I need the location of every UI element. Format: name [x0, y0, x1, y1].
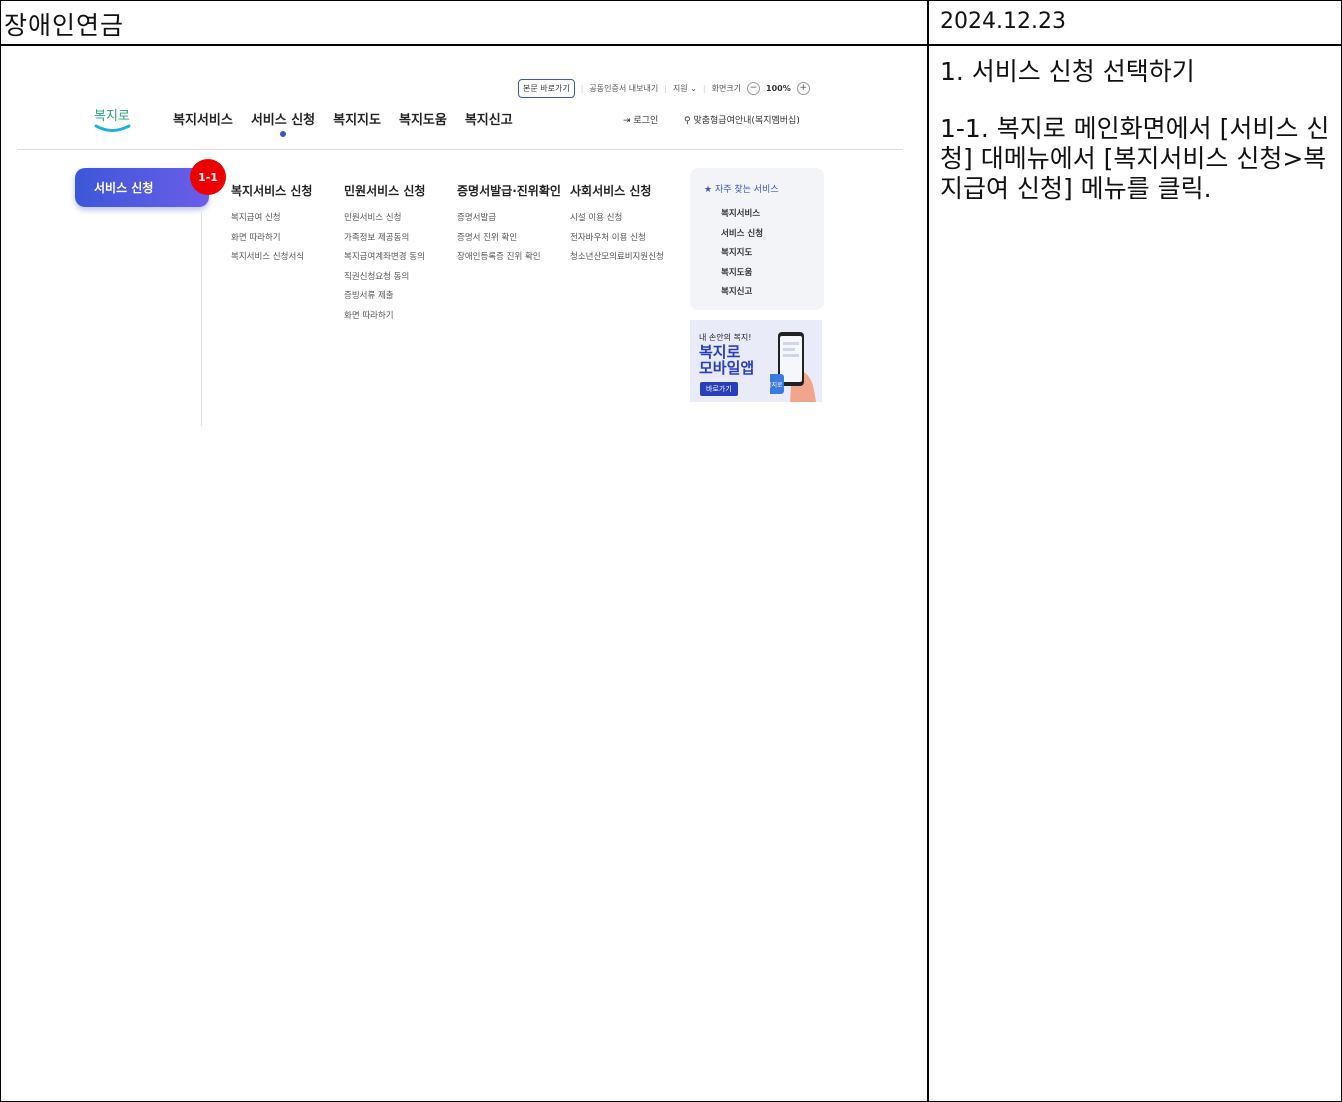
promo-title-line2: 모바일앱 [699, 359, 755, 377]
menu-item[interactable]: 가족정보 제공동의 [344, 231, 425, 251]
menu-item[interactable]: 장애인등록증 진위 확인 [457, 250, 561, 270]
gnb-welfare-help[interactable]: 복지도움 [399, 109, 447, 128]
bokjiro-logo[interactable]: 복지로 [92, 104, 134, 134]
zoom-value: 100% [766, 84, 791, 93]
menu-column-title[interactable]: 민원서비스 신청 [344, 182, 425, 199]
menu-item[interactable]: 시설 이용 신청 [570, 211, 664, 231]
support-dropdown[interactable]: 지원 ⌄ [673, 83, 697, 94]
menu-column-title[interactable]: 사회서비스 신청 [570, 182, 664, 199]
gnb-welfare-map[interactable]: 복지지도 [333, 109, 381, 128]
member-info-label: 맞춤형급여안내(복지멤버십) [693, 116, 800, 126]
menu-column-title[interactable]: 증명서발급·진위확인 [457, 182, 561, 199]
menu-item[interactable]: 증빙서류 제출 [344, 289, 425, 309]
menu-item[interactable]: 화면 따라하기 [231, 231, 312, 251]
nav-divider [17, 149, 903, 150]
favorites-title-label: 자주 찾는 서비스 [714, 185, 779, 195]
login-link[interactable]: ⇥ 로그인 [623, 113, 658, 126]
menu-column-certificate: 증명서발급·진위확인 증명서발급 증명서 진위 확인 장애인등록증 진위 확인 [457, 182, 561, 270]
phone-in-hand-icon: 복지로 [770, 332, 816, 402]
document-title: 장애인연금 [4, 11, 125, 40]
menu-item[interactable]: 민원서비스 신청 [344, 211, 425, 231]
menu-column-civil: 민원서비스 신청 민원서비스 신청 가족정보 제공동의 복지급여계좌변경 동의 … [344, 182, 425, 328]
favorite-item[interactable]: 서비스 신청 [721, 227, 763, 247]
menu-column-title[interactable]: 복지서비스 신청 [231, 182, 312, 199]
favorite-item[interactable]: 복지신고 [721, 285, 763, 305]
menu-item[interactable]: 복지서비스 신청서식 [231, 250, 312, 270]
zoom-out-button[interactable]: − [747, 82, 761, 95]
zoom-in-button[interactable]: + [796, 82, 810, 95]
separator: | [702, 84, 706, 93]
separator: | [580, 84, 584, 93]
promo-title: 복지로 모바일앱 [699, 344, 754, 376]
global-nav: 복지서비스 서비스 신청 복지지도 복지도움 복지신고 [173, 109, 513, 137]
phone-logo-text: 복지로 [770, 381, 783, 389]
gnb-welfare-report[interactable]: 복지신고 [465, 109, 513, 128]
step-description: 1-1. 복지로 메인화면에서 [서비스 신청] 대메뉴에서 [복지서비스 신청… [940, 114, 1330, 203]
favorite-item[interactable]: 복지도움 [721, 266, 763, 286]
menu-item[interactable]: 증명서발급 [457, 211, 561, 231]
promo-subtitle: 내 손안의 복지! [699, 333, 752, 342]
menu-column-social: 사회서비스 신청 시설 이용 신청 전자바우처 이용 신청 청소년산모의료비지원… [570, 182, 664, 270]
menu-item[interactable]: 직권신청요청 동의 [344, 270, 425, 290]
document-date: 2024.12.23 [940, 9, 1066, 34]
cert-export-link[interactable]: 공동인증서 내보내기 [589, 83, 658, 94]
side-divider [201, 208, 202, 426]
promo-title-line1: 복지로 [699, 343, 741, 361]
favorites-title: ★ 자주 찾는 서비스 [704, 182, 779, 195]
gnb-welfare-service[interactable]: 복지서비스 [173, 109, 233, 128]
favorites-panel: ★ 자주 찾는 서비스 복지서비스 서비스 신청 복지지도 복지도움 복지신고 [690, 168, 824, 310]
menu-column-welfare: 복지서비스 신청 복지급여 신청 화면 따라하기 복지서비스 신청서식 [231, 182, 312, 270]
separator: | [664, 84, 667, 93]
embedded-screenshot: 본문 바로가기 | 공동인증서 내보내기 | 지원 ⌄ | 화면크기 − 100… [0, 46, 926, 466]
favorite-item[interactable]: 복지지도 [721, 246, 763, 266]
star-icon: ★ [704, 185, 715, 195]
column-divider [927, 0, 929, 1102]
menu-item-welfare-benefit-apply[interactable]: 복지급여 신청 [231, 211, 312, 231]
skip-to-content-link[interactable]: 본문 바로가기 [518, 79, 575, 98]
menu-item[interactable]: 청소년산모의료비지원신청 [570, 250, 664, 270]
menu-item[interactable]: 복지급여계좌변경 동의 [344, 250, 425, 270]
favorite-item[interactable]: 복지서비스 [721, 207, 763, 227]
favorites-list: 복지서비스 서비스 신청 복지지도 복지도움 복지신고 [721, 207, 763, 305]
utility-bar: 본문 바로가기 | 공동인증서 내보내기 | 지원 ⌄ | 화면크기 − 100… [518, 79, 810, 98]
menu-item[interactable]: 증명서 진위 확인 [457, 231, 561, 251]
logo-text: 복지로 [94, 109, 130, 124]
member-info-link[interactable]: ⚲ 맞춤형급여안내(복지멤버십) [684, 113, 800, 126]
gnb-service-apply[interactable]: 서비스 신청 [251, 109, 315, 137]
annotation-badge: 1-1 [190, 159, 226, 195]
screen-size-label: 화면크기 [711, 84, 742, 93]
menu-item[interactable]: 화면 따라하기 [344, 309, 425, 329]
side-menu-service-apply[interactable]: 서비스 신청 [75, 168, 209, 207]
mobile-app-banner[interactable]: 내 손안의 복지! 복지로 모바일앱 바로가기 복지로 [690, 320, 822, 402]
promo-go-button[interactable]: 바로가기 [700, 382, 738, 396]
step-title: 1. 서비스 신청 선택하기 [940, 57, 1195, 86]
menu-item[interactable]: 전자바우처 이용 신청 [570, 231, 664, 251]
